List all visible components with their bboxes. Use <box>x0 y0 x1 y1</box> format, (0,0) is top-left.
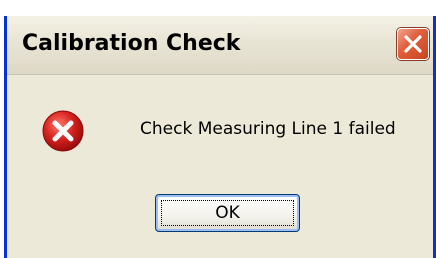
ok-button[interactable]: OK <box>155 194 300 232</box>
error-message: Check Measuring Line 1 failed <box>140 119 396 139</box>
error-icon <box>41 109 85 153</box>
ok-button-label: OK <box>215 203 240 223</box>
dialog-title: Calibration Check <box>22 31 241 56</box>
close-icon <box>404 35 422 53</box>
message-dialog: Calibration Check Check Measuring Line 1… <box>4 16 436 258</box>
title-bar[interactable]: Calibration Check <box>7 16 433 75</box>
close-button[interactable] <box>397 28 429 60</box>
